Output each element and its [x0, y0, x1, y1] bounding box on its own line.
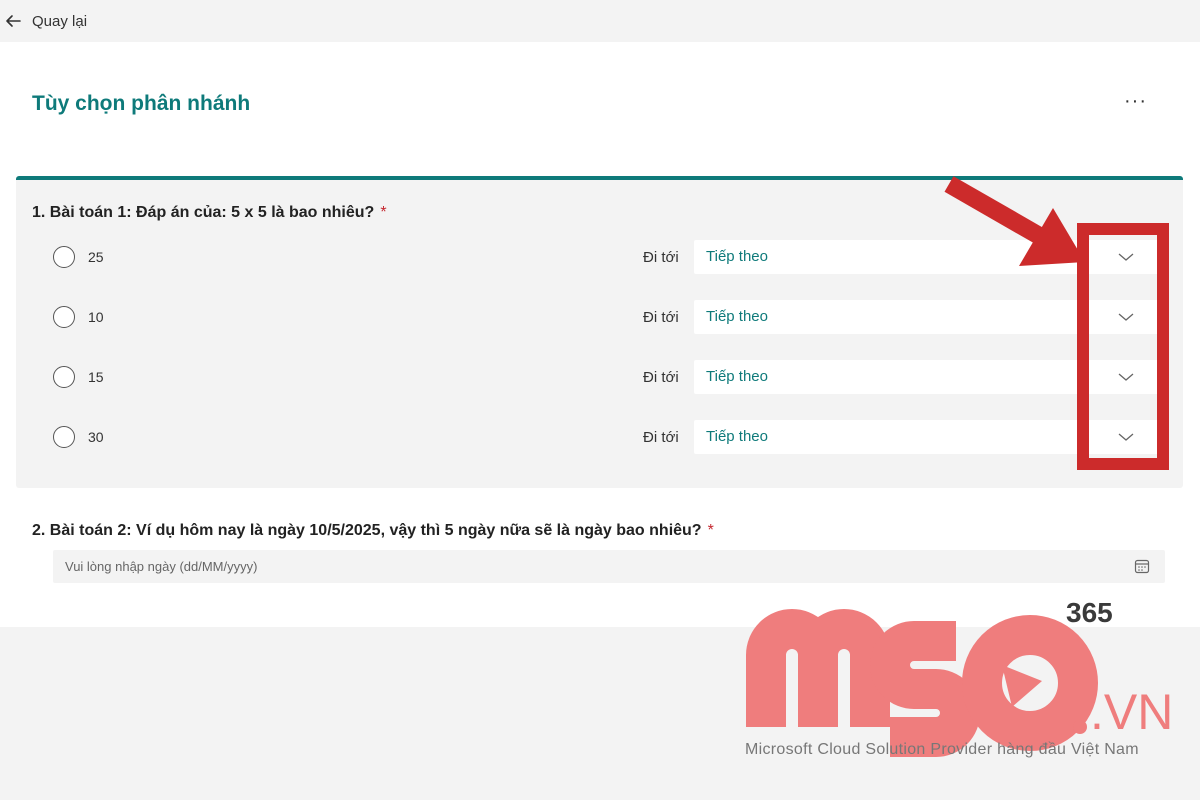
form-panel: Tùy chọn phân nhánh ··· 1. Bài toán 1: Đ…: [0, 42, 1200, 627]
branch-select-value: Tiếp theo: [706, 428, 768, 445]
chevron-down-icon[interactable]: [1117, 250, 1135, 264]
option-row: 30 Đi tới Tiếp theo: [16, 419, 1183, 455]
branch-select[interactable]: Tiếp theo: [694, 240, 1164, 274]
option-row: 10 Đi tới Tiếp theo: [16, 299, 1183, 335]
watermark-badge: 365: [1066, 597, 1113, 628]
required-mark: *: [707, 522, 714, 539]
watermark-suffix: .VN: [1090, 684, 1170, 740]
option-label: 10: [88, 309, 104, 325]
option-radio[interactable]: [53, 366, 75, 388]
branch-select-value: Tiếp theo: [706, 248, 768, 265]
chevron-down-icon[interactable]: [1117, 430, 1135, 444]
calendar-icon[interactable]: [1134, 558, 1150, 574]
watermark-tagline: Microsoft Cloud Solution Provider hàng đ…: [745, 741, 1139, 758]
option-radio[interactable]: [53, 306, 75, 328]
branch-select[interactable]: Tiếp theo: [694, 360, 1164, 394]
goto-label: Đi tới: [643, 249, 679, 266]
option-label: 15: [88, 369, 104, 385]
option-radio[interactable]: [53, 426, 75, 448]
branch-select[interactable]: Tiếp theo: [694, 420, 1164, 454]
date-input[interactable]: [53, 550, 1165, 583]
option-label: 30: [88, 429, 104, 445]
page-title: Tùy chọn phân nhánh: [32, 92, 251, 115]
date-field[interactable]: [53, 550, 1123, 583]
option-row: 25 Đi tới Tiếp theo: [16, 239, 1183, 275]
question-2-text: 2. Bài toán 2: Ví dụ hôm nay là ngày 10/…: [32, 522, 702, 539]
option-row: 15 Đi tới Tiếp theo: [16, 359, 1183, 395]
branch-select-value: Tiếp theo: [706, 308, 768, 325]
more-options-button[interactable]: ···: [1124, 90, 1147, 113]
question-1-card[interactable]: 1. Bài toán 1: Đáp án của: 5 x 5 là bao …: [16, 176, 1183, 488]
goto-label: Đi tới: [643, 369, 679, 386]
question-2-title: 2. Bài toán 2: Ví dụ hôm nay là ngày 10/…: [32, 522, 714, 540]
chevron-down-icon[interactable]: [1117, 310, 1135, 324]
goto-label: Đi tới: [643, 429, 679, 446]
required-mark: *: [380, 204, 387, 221]
back-button[interactable]: Quay lại: [4, 12, 87, 30]
option-radio[interactable]: [53, 246, 75, 268]
question-1-text: 1. Bài toán 1: Đáp án của: 5 x 5 là bao …: [32, 204, 375, 221]
question-1-title: 1. Bài toán 1: Đáp án của: 5 x 5 là bao …: [32, 204, 387, 222]
branch-select[interactable]: Tiếp theo: [694, 300, 1164, 334]
arrow-left-icon: [6, 15, 21, 27]
branch-select-value: Tiếp theo: [706, 368, 768, 385]
back-label: Quay lại: [32, 12, 88, 30]
chevron-down-icon[interactable]: [1117, 370, 1135, 384]
top-bar: Quay lại: [0, 0, 1200, 42]
option-label: 25: [88, 249, 104, 265]
goto-label: Đi tới: [643, 309, 679, 326]
